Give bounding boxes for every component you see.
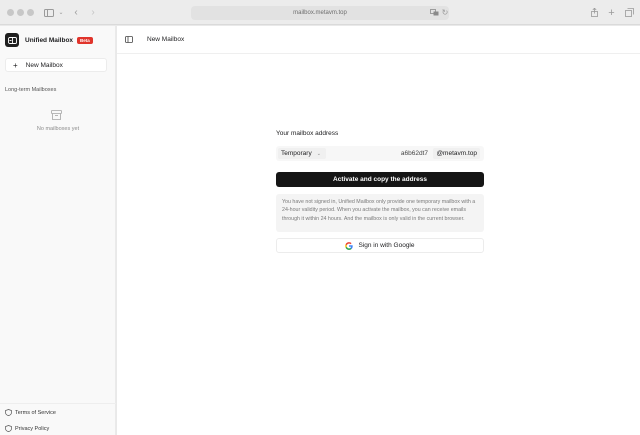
- terms-label: Terms of Service: [15, 409, 56, 416]
- section-label-long-term: Long-term Mailboxes: [5, 87, 57, 93]
- new-mailbox-button[interactable]: + New Mailbox: [5, 58, 107, 72]
- translate-icon[interactable]: [430, 6, 439, 19]
- new-tab-icon[interactable]: +: [607, 6, 616, 19]
- shield-icon: [5, 425, 12, 432]
- mailbox-type-value: Temporary: [281, 150, 312, 157]
- new-mailbox-label: New Mailbox: [25, 61, 63, 69]
- mailbox-local-part[interactable]: a6b62dt7: [401, 150, 428, 157]
- page-header: New Mailbox: [117, 26, 640, 54]
- shield-icon: [5, 409, 12, 416]
- sidebar: Unified Mailbox Beta + New Mailbox Long-…: [0, 26, 116, 435]
- sidebar-toggle-icon[interactable]: [125, 36, 133, 43]
- forward-icon[interactable]: ›: [89, 6, 97, 19]
- activate-copy-button[interactable]: Activate and copy the address: [276, 172, 484, 187]
- brand-name: Unified Mailbox: [25, 36, 74, 44]
- minimize-window-button[interactable]: [17, 9, 24, 16]
- google-icon: [345, 241, 354, 250]
- new-mailbox-panel: Your mailbox address Temporary ⌄ a6b62dt…: [276, 130, 484, 253]
- address-bar[interactable]: mailbox.metavm.top: [191, 6, 449, 20]
- back-icon[interactable]: ‹: [72, 6, 80, 19]
- chevron-down-icon[interactable]: ⌄: [57, 6, 65, 19]
- google-signin-button[interactable]: Sign in with Google: [276, 238, 484, 253]
- google-signin-label: Sign in with Google: [358, 242, 415, 249]
- archive-icon: [51, 110, 62, 120]
- empty-state-text: No mailboxes yet: [36, 126, 80, 132]
- tabs-overview-icon[interactable]: [624, 6, 634, 19]
- mailbox-type-select[interactable]: Temporary ⌄: [278, 148, 326, 159]
- brand[interactable]: Unified Mailbox Beta: [5, 33, 93, 47]
- main-content: New Mailbox Your mailbox address Tempora…: [117, 26, 640, 435]
- zoom-window-button[interactable]: [27, 9, 34, 16]
- url-text: mailbox.metavm.top: [293, 10, 347, 16]
- chevron-down-icon: ⌄: [316, 150, 321, 157]
- privacy-link[interactable]: Privacy Policy: [5, 425, 49, 432]
- close-window-button[interactable]: [7, 9, 14, 16]
- mailbox-address-row: Temporary ⌄ a6b62dt7 @metavm.top: [276, 146, 484, 161]
- mailbox-logo-icon: [5, 33, 19, 47]
- mailbox-domain-select[interactable]: @metavm.top: [433, 148, 480, 159]
- sign-in-notice: You have not signed in, Unified Mailbox …: [276, 194, 484, 232]
- plus-icon: +: [13, 60, 18, 70]
- terms-link[interactable]: Terms of Service: [5, 409, 56, 416]
- mailbox-address-label: Your mailbox address: [276, 130, 339, 137]
- reload-icon[interactable]: ↻: [441, 6, 449, 19]
- sidebar-toggle-icon[interactable]: [43, 6, 55, 19]
- beta-badge: Beta: [77, 36, 93, 44]
- share-icon[interactable]: [590, 6, 599, 19]
- browser-toolbar: ⌄ ‹ › mailbox.metavm.top ↻ +: [0, 0, 640, 25]
- privacy-label: Privacy Policy: [15, 425, 50, 432]
- sidebar-footer: Terms of Service Privacy Policy: [0, 403, 116, 432]
- page-title: New Mailbox: [147, 36, 185, 43]
